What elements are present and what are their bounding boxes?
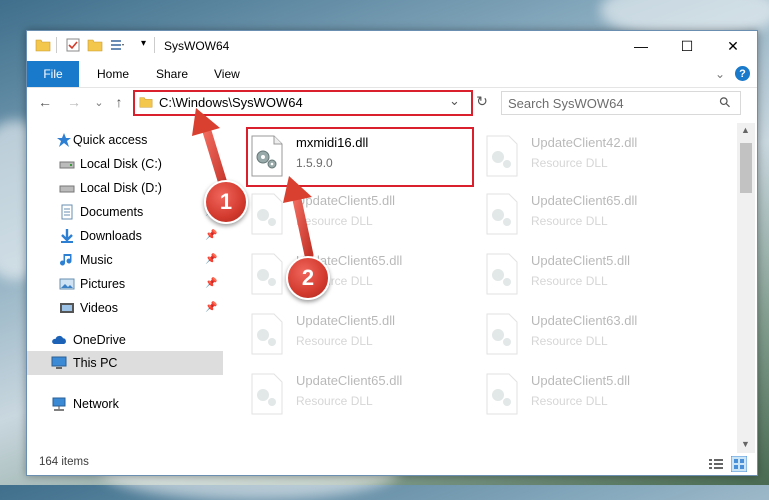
annotation-arrows (192, 108, 314, 260)
arrow-to-address-bar (192, 108, 230, 195)
step-2-callout: 2 (286, 256, 330, 300)
step-1-callout: 1 (204, 180, 248, 224)
arrow-to-file (283, 176, 314, 260)
